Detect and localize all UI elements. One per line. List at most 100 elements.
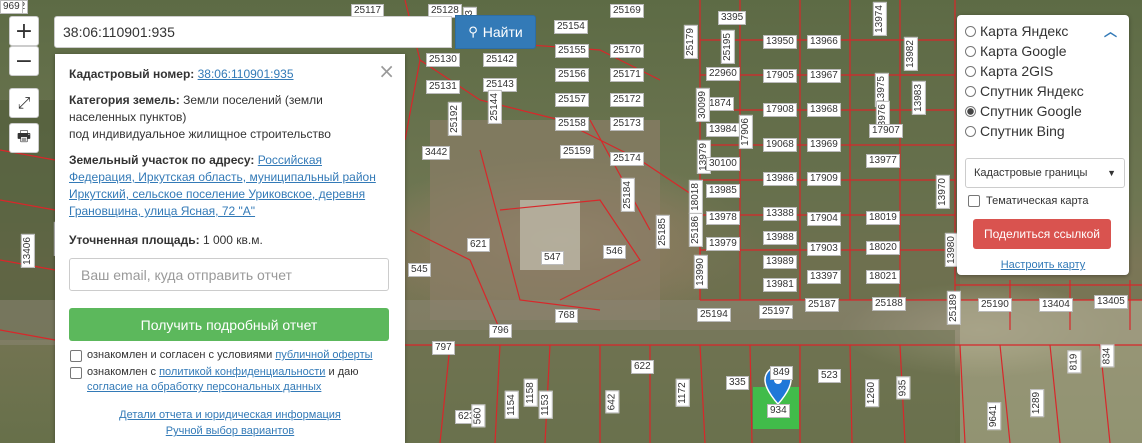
plot-label[interactable]: 25169 [610, 4, 644, 18]
plot-label[interactable]: 17907 [869, 124, 903, 138]
plot-label[interactable]: 13967 [807, 69, 841, 83]
plot-label[interactable]: 17903 [807, 242, 841, 256]
plot-label[interactable]: 13984 [706, 123, 740, 137]
plot-label[interactable]: 13397 [807, 270, 841, 284]
plot-label[interactable]: 13969 [807, 138, 841, 152]
plot-label[interactable]: 621 [467, 238, 490, 252]
plot-label[interactable]: 25188 [872, 297, 906, 311]
layer-radio[interactable] [965, 105, 976, 117]
plot-label[interactable]: 834 [1100, 344, 1115, 368]
plot-label[interactable]: 13985 [706, 184, 740, 198]
plot-label[interactable]: 25154 [554, 20, 588, 34]
plot-label[interactable]: 13977 [866, 154, 900, 168]
plot-label[interactable]: 25156 [555, 68, 589, 82]
plot-label[interactable]: 30099 [695, 88, 710, 122]
plot-label[interactable]: 25172 [610, 93, 644, 107]
plot-label[interactable]: 1289 [1030, 388, 1045, 418]
plot-label[interactable]: 13990 [693, 255, 708, 289]
plot-label[interactable]: 18018 [688, 180, 703, 214]
plot-label[interactable]: 560 [471, 404, 486, 428]
plot-label[interactable]: 1153 [538, 391, 553, 419]
plot-label[interactable]: 25144 [487, 90, 502, 124]
plot-label[interactable]: 18021 [866, 270, 900, 284]
layer-radio[interactable] [965, 85, 976, 97]
overlay-select[interactable]: Кадастровые границы ▼ [965, 158, 1125, 188]
plot-label[interactable]: 13970 [935, 175, 950, 209]
close-icon[interactable]: × [378, 59, 395, 83]
get-report-button[interactable]: Получить подробный отчет [69, 308, 389, 341]
thematic-map-checkbox[interactable] [968, 195, 980, 207]
plot-label[interactable]: 13982 [903, 37, 918, 71]
plot-label[interactable]: 796 [489, 324, 512, 338]
privacy-policy-link[interactable]: политикой конфиденциальности [159, 366, 325, 378]
plot-label[interactable]: 13974 [872, 2, 887, 36]
plot-label[interactable]: 13968 [807, 103, 841, 117]
plot-label[interactable]: 25155 [555, 44, 589, 58]
plot-label[interactable]: 19068 [763, 138, 797, 152]
layer-option[interactable]: Карта Яндекс [965, 21, 1121, 41]
plot-label[interactable]: 17909 [807, 172, 841, 186]
plot-label[interactable]: 13406 [20, 234, 35, 268]
plot-label[interactable]: 546 [603, 245, 626, 259]
plot-label[interactable]: 768 [555, 309, 578, 323]
search-input[interactable] [54, 16, 452, 48]
plot-label[interactable]: 25195 [720, 30, 735, 64]
plot-label[interactable]: 30100 [706, 157, 740, 171]
plot-label[interactable]: 25174 [610, 152, 644, 166]
plot-label[interactable]: 25197 [759, 305, 793, 319]
plot-label[interactable]: 1158 [523, 379, 538, 407]
plot-label[interactable]: 934 [767, 404, 790, 418]
plot-label[interactable]: 25142 [483, 53, 517, 67]
plot-label[interactable]: 25185 [655, 215, 670, 249]
plot-label[interactable]: 622 [631, 360, 654, 374]
plot-label[interactable]: 1172 [675, 379, 690, 407]
plot-label[interactable]: 13950 [763, 35, 797, 49]
plot-label[interactable]: 17906 [738, 115, 753, 149]
layer-radio[interactable] [965, 65, 976, 77]
plot-label[interactable]: 18019 [866, 211, 900, 225]
plot-label[interactable]: 25173 [610, 117, 644, 131]
chevron-up-icon[interactable]: ︿ [1104, 21, 1117, 40]
plot-label[interactable]: 335 [726, 376, 749, 390]
zoom-in-button[interactable]: + [9, 16, 39, 46]
configure-map-link[interactable]: Настроить карту [965, 259, 1121, 271]
layer-option[interactable]: Карта Google [965, 41, 1121, 61]
offer-consent-checkbox[interactable] [70, 350, 82, 362]
plot-label[interactable]: 25159 [560, 145, 594, 159]
plot-label[interactable]: 13405 [1094, 295, 1128, 309]
print-button[interactable]: 🖶 [9, 123, 39, 153]
plot-label[interactable]: 25189 [946, 291, 961, 325]
plot-label[interactable]: 25157 [555, 93, 589, 107]
plot-label[interactable]: 18020 [866, 241, 900, 255]
layer-radio[interactable] [965, 125, 976, 137]
plot-label[interactable]: 1260 [865, 378, 880, 408]
plot-label[interactable]: 17904 [807, 212, 841, 226]
plot-label[interactable]: 797 [432, 341, 455, 355]
layer-radio[interactable] [965, 45, 976, 57]
plot-label[interactable]: 3395 [718, 11, 747, 25]
plot-label[interactable]: 17905 [763, 69, 797, 83]
email-input[interactable]: Ваш email, куда отправить отчет [69, 258, 389, 291]
layer-radio[interactable] [965, 25, 976, 37]
plot-label[interactable]: 13978 [706, 211, 740, 225]
layer-option[interactable]: Спутник Яндекс [965, 81, 1121, 101]
plot-label[interactable]: 13989 [763, 255, 797, 269]
plot-label[interactable]: 25131 [426, 80, 460, 94]
zoom-out-button[interactable]: − [9, 46, 39, 76]
plot-label[interactable]: 13404 [1039, 298, 1073, 312]
plot-label[interactable]: 545 [408, 263, 431, 277]
plot-label[interactable]: 22960 [706, 67, 740, 81]
layer-option[interactable]: Карта 2GIS [965, 61, 1121, 81]
plot-label[interactable]: 13979 [706, 237, 740, 251]
plot-label[interactable]: 935 [896, 376, 911, 400]
plot-label[interactable]: 25192 [447, 102, 462, 136]
plot-label[interactable]: 13983 [911, 81, 926, 115]
plot-label[interactable]: 849 [770, 366, 793, 380]
plot-label[interactable]: 25184 [620, 178, 635, 212]
plot-label[interactable]: 13981 [763, 278, 797, 292]
cadastral-number-link[interactable]: 38:06:110901:935 [198, 67, 294, 81]
plot-label[interactable]: 25158 [555, 117, 589, 131]
layer-option[interactable]: Спутник Google [965, 101, 1121, 121]
plot-label[interactable]: 25170 [610, 44, 644, 58]
plot-label[interactable]: 642 [605, 390, 620, 414]
